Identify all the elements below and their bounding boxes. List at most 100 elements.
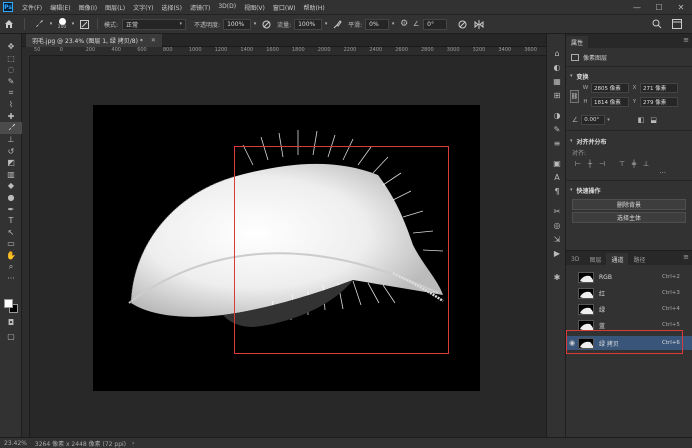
- rotation-input[interactable]: 0.00°: [581, 115, 606, 125]
- more-options-icon[interactable]: ···: [566, 169, 692, 178]
- menu-type[interactable]: 文字(Y): [129, 3, 157, 12]
- move-tool-icon[interactable]: ✥: [0, 41, 22, 53]
- home-icon[interactable]: [0, 19, 18, 29]
- path-select-tool-icon[interactable]: ↖: [0, 227, 22, 239]
- glyphs-icon[interactable]: ⊞: [547, 88, 567, 102]
- select-subject-button[interactable]: 选择主体: [572, 212, 686, 223]
- rectangle-tool-icon[interactable]: ▭: [0, 238, 22, 250]
- search-icon[interactable]: [652, 19, 662, 29]
- chevron-down-icon[interactable]: ▾: [607, 117, 610, 123]
- history-brush-tool-icon[interactable]: ↺: [0, 145, 22, 157]
- blur-tool-icon[interactable]: ◆: [0, 180, 22, 192]
- channel-row[interactable]: 绿 Ctrl+4: [566, 302, 692, 316]
- channel-row[interactable]: RGB Ctrl+2: [566, 270, 692, 284]
- maximize-button[interactable]: ☐: [648, 0, 670, 14]
- menu-filter[interactable]: 滤镜(T): [186, 3, 214, 12]
- pen-tool-icon[interactable]: ✒: [0, 203, 22, 215]
- brush-tool-icon[interactable]: [0, 122, 22, 134]
- brush-settings-icon[interactable]: ✎: [547, 122, 567, 136]
- horizontal-ruler[interactable]: 50 0 200 400 600 800 1000 1200 1400 1600 1800 2000 2…: [30, 47, 546, 56]
- chevron-down-icon[interactable]: ▾: [47, 21, 55, 27]
- menu-image[interactable]: 图像(I): [75, 3, 101, 12]
- document-tab[interactable]: 羽毛.jpg @ 23.4% (图层 1, 绿 拷贝/8) * ✕: [26, 34, 162, 47]
- flip-vertical-icon[interactable]: ⬓: [650, 116, 657, 124]
- pressure-size-icon[interactable]: [453, 20, 471, 29]
- tab-layers[interactable]: 图层: [584, 253, 607, 265]
- symmetry-icon[interactable]: [471, 19, 487, 29]
- actions-icon[interactable]: ▶: [547, 246, 567, 260]
- tab-paths[interactable]: 路径: [628, 253, 651, 265]
- vertical-ruler[interactable]: [22, 56, 30, 437]
- brush-angle-input[interactable]: 0°: [423, 18, 448, 30]
- align-right-icon[interactable]: ⊣: [596, 159, 608, 169]
- minimize-button[interactable]: —: [626, 0, 648, 14]
- mode-select[interactable]: 正常 ▾: [122, 18, 187, 30]
- panel-menu-icon[interactable]: ≡: [683, 253, 689, 261]
- close-document-icon[interactable]: ✕: [151, 37, 156, 44]
- height-input[interactable]: 1814 像素: [591, 97, 629, 107]
- clone-stamp-tool-icon[interactable]: ⊥: [0, 134, 22, 146]
- pressure-opacity-icon[interactable]: [259, 20, 273, 29]
- transform-section-header[interactable]: ▾ 变换: [566, 69, 692, 83]
- menu-file[interactable]: 文件(F): [18, 3, 46, 12]
- layer-comps-icon[interactable]: ▣: [547, 156, 567, 170]
- align-bottom-icon[interactable]: ⊥: [640, 159, 652, 169]
- menu-edit[interactable]: 编辑(E): [46, 3, 74, 12]
- quick-mask-icon[interactable]: ◘: [0, 317, 22, 329]
- tab-3d[interactable]: 3D: [566, 253, 585, 265]
- export-icon[interactable]: ⇲: [547, 232, 567, 246]
- adjustments-icon[interactable]: ◑: [547, 108, 567, 122]
- quick-select-tool-icon[interactable]: ✎: [0, 76, 22, 88]
- more-tools-icon[interactable]: ···: [0, 273, 22, 285]
- character-icon[interactable]: ≡: [547, 136, 567, 150]
- hand-tool-icon[interactable]: ✋: [0, 250, 22, 262]
- width-input[interactable]: 2805 像素: [591, 83, 629, 93]
- marquee-tool-icon[interactable]: ⬚: [0, 53, 22, 65]
- tab-properties[interactable]: 属性: [566, 36, 589, 48]
- crop-tool-icon[interactable]: ⌗: [0, 87, 22, 99]
- menu-window[interactable]: 窗口(W): [269, 3, 300, 12]
- align-middle-v-icon[interactable]: ╪: [628, 159, 640, 169]
- align-left-icon[interactable]: ⊢: [572, 159, 584, 169]
- x-input[interactable]: 271 像素: [640, 83, 678, 93]
- navigator-icon[interactable]: ✱: [547, 270, 567, 284]
- remove-background-button[interactable]: 删除背景: [572, 199, 686, 210]
- y-input[interactable]: 279 像素: [640, 97, 678, 107]
- paragraph-icon[interactable]: ¶: [547, 184, 567, 198]
- channel-row[interactable]: 红 Ctrl+3: [566, 286, 692, 300]
- close-window-button[interactable]: ✕: [670, 0, 692, 14]
- chevron-down-icon[interactable]: ▾: [389, 21, 397, 27]
- align-center-h-icon[interactable]: ┼: [584, 159, 596, 169]
- brush-tool-icon[interactable]: [31, 19, 47, 29]
- type-tool-icon[interactable]: T: [0, 215, 22, 227]
- opacity-input[interactable]: 100%: [223, 18, 252, 30]
- lasso-tool-icon[interactable]: ◌: [0, 64, 22, 76]
- photoshop-logo[interactable]: Ps: [3, 2, 13, 12]
- menu-view[interactable]: 视图(V): [240, 3, 269, 12]
- chevron-down-icon[interactable]: ▾: [251, 21, 259, 27]
- swatches-icon[interactable]: ▦: [547, 74, 567, 88]
- zoom-level[interactable]: 23.42%: [4, 440, 27, 447]
- tab-channels[interactable]: 通道: [606, 253, 629, 265]
- align-section-header[interactable]: ▾ 对齐并分布: [566, 134, 692, 148]
- screen-mode-icon[interactable]: ▢: [0, 331, 22, 343]
- menu-help[interactable]: 帮助(H): [300, 3, 329, 12]
- chevron-down-icon[interactable]: ▾: [322, 21, 330, 27]
- align-top-icon[interactable]: ⊤: [616, 159, 628, 169]
- paragraph-styles-icon[interactable]: A: [547, 170, 567, 184]
- color-icon[interactable]: ◐: [547, 60, 567, 74]
- history-icon[interactable]: ⌂: [547, 46, 567, 60]
- zoom-tool-icon[interactable]: ⌕: [0, 261, 22, 273]
- gear-icon[interactable]: ⚙: [397, 19, 411, 29]
- menu-layer[interactable]: 图层(L): [101, 3, 129, 12]
- link-icon[interactable]: ⛓: [570, 90, 579, 103]
- airbrush-icon[interactable]: [330, 19, 344, 29]
- workspace-icon[interactable]: [672, 19, 682, 29]
- foreground-color-swatch[interactable]: [4, 299, 13, 308]
- cc-libraries-icon[interactable]: ◎: [547, 218, 567, 232]
- healing-tool-icon[interactable]: ✚: [0, 111, 22, 123]
- menu-select[interactable]: 选择(S): [157, 3, 186, 12]
- chevron-down-icon[interactable]: ▾: [69, 21, 77, 27]
- brush-preset-picker[interactable]: 200: [55, 18, 69, 30]
- brush-settings-icon[interactable]: [77, 19, 91, 29]
